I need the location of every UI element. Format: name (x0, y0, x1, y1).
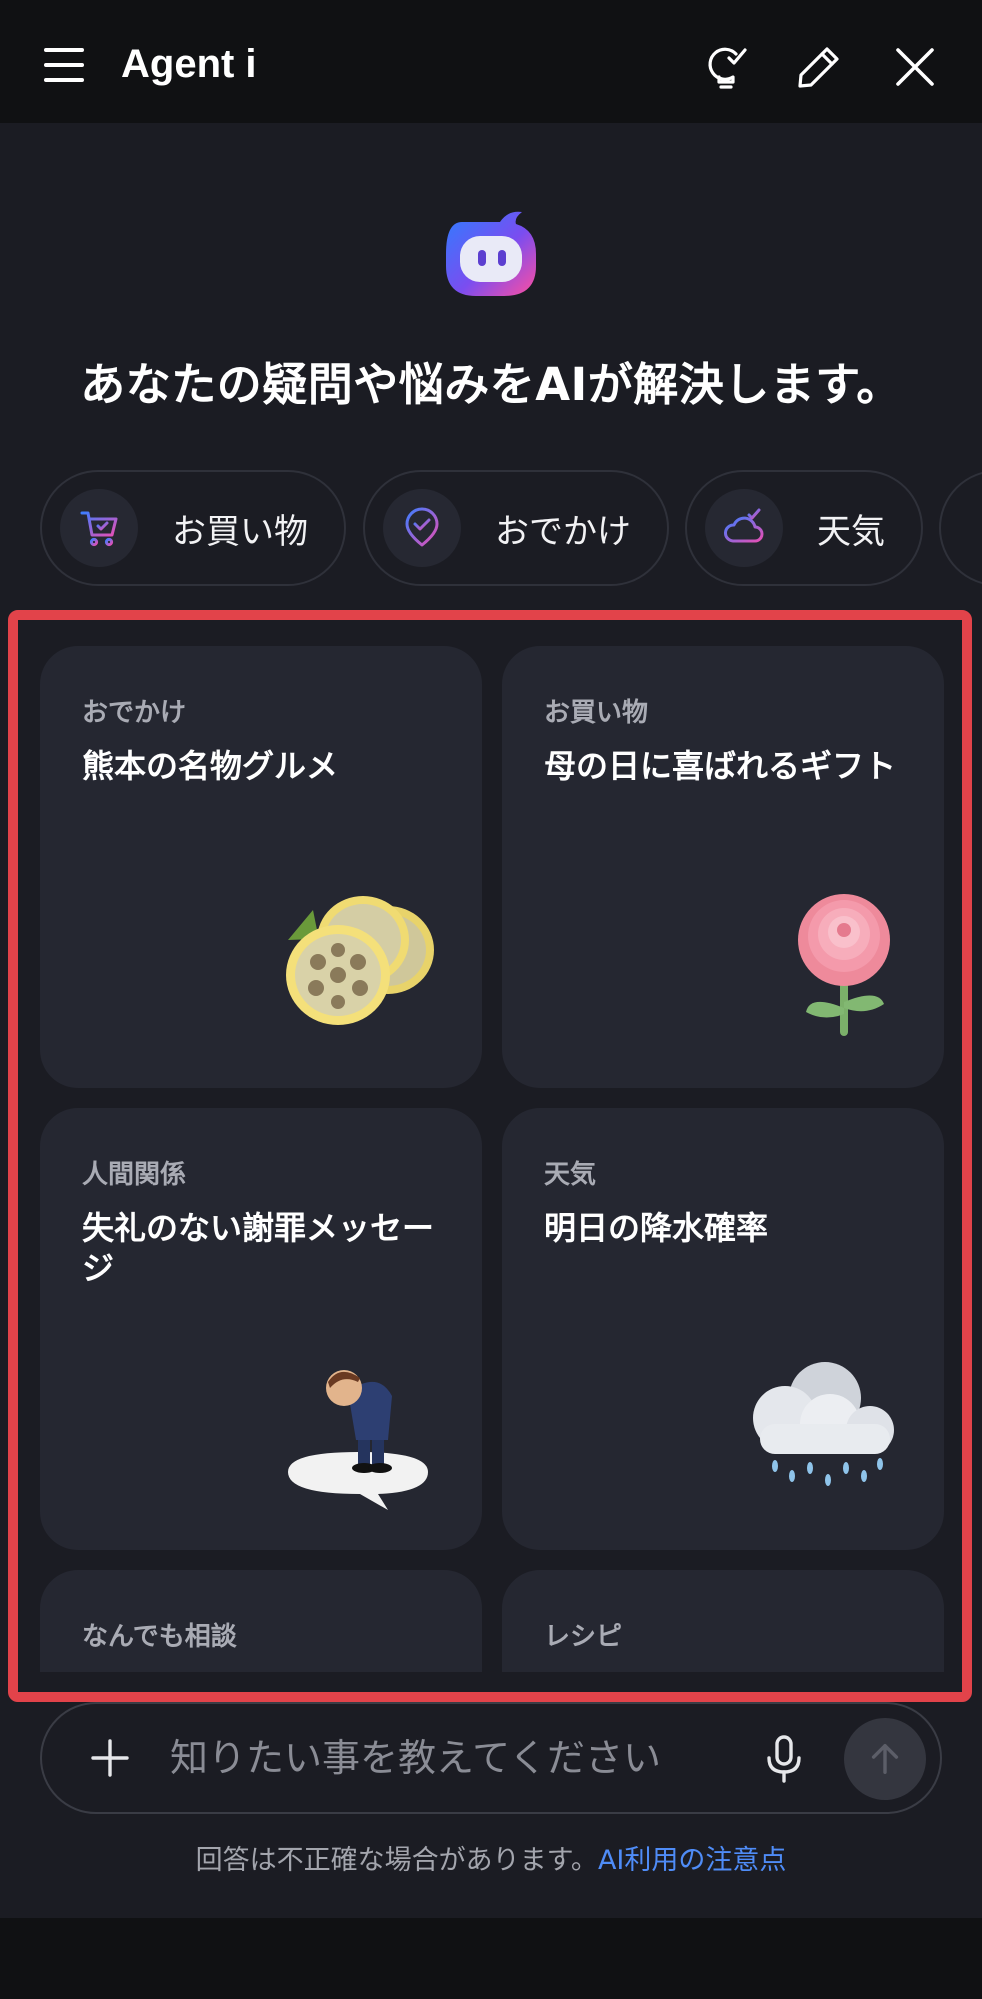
bottom-bar (0, 1918, 982, 1999)
category-chips: お買い物 おでかけ 天気 (40, 470, 982, 588)
cart-icon (60, 489, 138, 567)
disclaimer-text: 回答は不正確な場合があります。 (195, 1845, 598, 1876)
chat-input-bar (40, 1702, 942, 1814)
pencil-icon[interactable] (796, 44, 842, 90)
chip-more[interactable] (939, 470, 982, 586)
chip-label: おでかけ (495, 511, 631, 552)
send-button[interactable] (844, 1718, 926, 1800)
plus-icon[interactable] (88, 1736, 132, 1780)
menu-icon[interactable] (44, 48, 84, 82)
chip-label: 天気 (817, 511, 885, 552)
lightbulb-check-icon[interactable] (703, 44, 749, 90)
agent-screen: Agent i あなたの疑問や悩みをAIが解決します。 お買い物 おでかけ 天気… (0, 0, 982, 1999)
agent-mascot-icon (442, 208, 540, 304)
app-title: Agent i (121, 42, 257, 86)
location-check-icon (383, 489, 461, 567)
chip-shopping[interactable]: お買い物 (40, 470, 346, 586)
arrow-up-icon (871, 1743, 899, 1775)
hero-headline: あなたの疑問や悩みをAIが解決します。 (80, 358, 902, 411)
microphone-icon[interactable] (764, 1734, 804, 1784)
cloud-sun-icon (705, 489, 783, 567)
close-icon[interactable] (892, 44, 938, 90)
chip-label: お買い物 (172, 511, 308, 552)
app-header: Agent i (0, 0, 982, 123)
chip-weather[interactable]: 天気 (685, 470, 923, 586)
chip-outing[interactable]: おでかけ (363, 470, 669, 586)
ai-usage-notes-link[interactable]: AI利用の注意点 (598, 1845, 786, 1876)
highlight-frame (8, 610, 972, 1702)
query-input[interactable] (170, 1728, 730, 1788)
disclaimer: 回答は不正確な場合があります。AI利用の注意点 (0, 1838, 982, 1877)
